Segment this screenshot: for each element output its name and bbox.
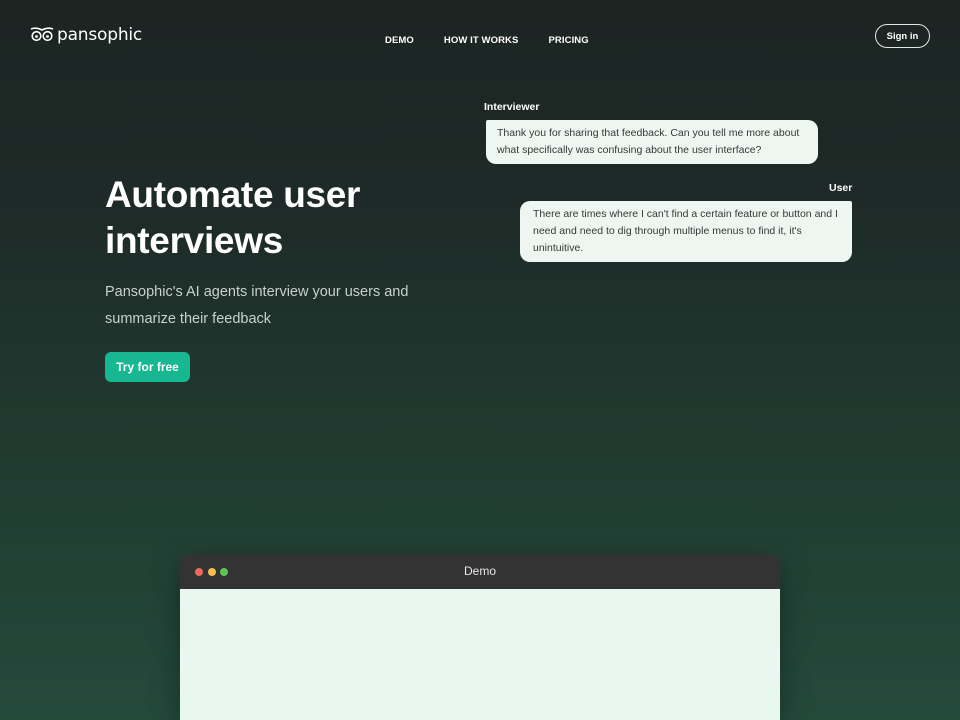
main-nav: DEMO HOW IT WORKS PRICING <box>385 35 589 46</box>
nav-item-demo[interactable]: DEMO <box>385 35 414 46</box>
demo-content-area[interactable] <box>180 589 780 720</box>
demo-window: Demo <box>180 554 780 720</box>
sign-in-button[interactable]: Sign in <box>875 24 930 48</box>
interviewer-message-bubble: Thank you for sharing that feedback. Can… <box>486 120 818 164</box>
hero-title: Automate user interviews <box>105 174 361 261</box>
demo-window-titlebar: Demo <box>180 554 780 589</box>
user-label: User <box>829 182 853 194</box>
user-message-bubble: There are times where I can't find a cer… <box>520 201 852 262</box>
hero-subtitle: Pansophic's AI agents interview your use… <box>105 284 409 327</box>
hero-section: Automate user interviews Pansophic's AI … <box>105 172 425 333</box>
demo-window-title: Demo <box>463 564 496 578</box>
brand-logo[interactable]: pansophic <box>30 24 142 46</box>
nav-item-pricing[interactable]: PRICING <box>548 35 588 46</box>
owl-eyes-icon <box>30 24 54 46</box>
interviewer-label: Interviewer <box>484 101 540 113</box>
nav-item-how-it-works[interactable]: HOW IT WORKS <box>444 35 519 46</box>
brand-name: pansophic <box>57 25 143 45</box>
try-for-free-button[interactable]: Try for free <box>105 352 190 382</box>
top-navigation-bar: pansophic DEMO HOW IT WORKS PRICING Sign… <box>0 0 960 80</box>
